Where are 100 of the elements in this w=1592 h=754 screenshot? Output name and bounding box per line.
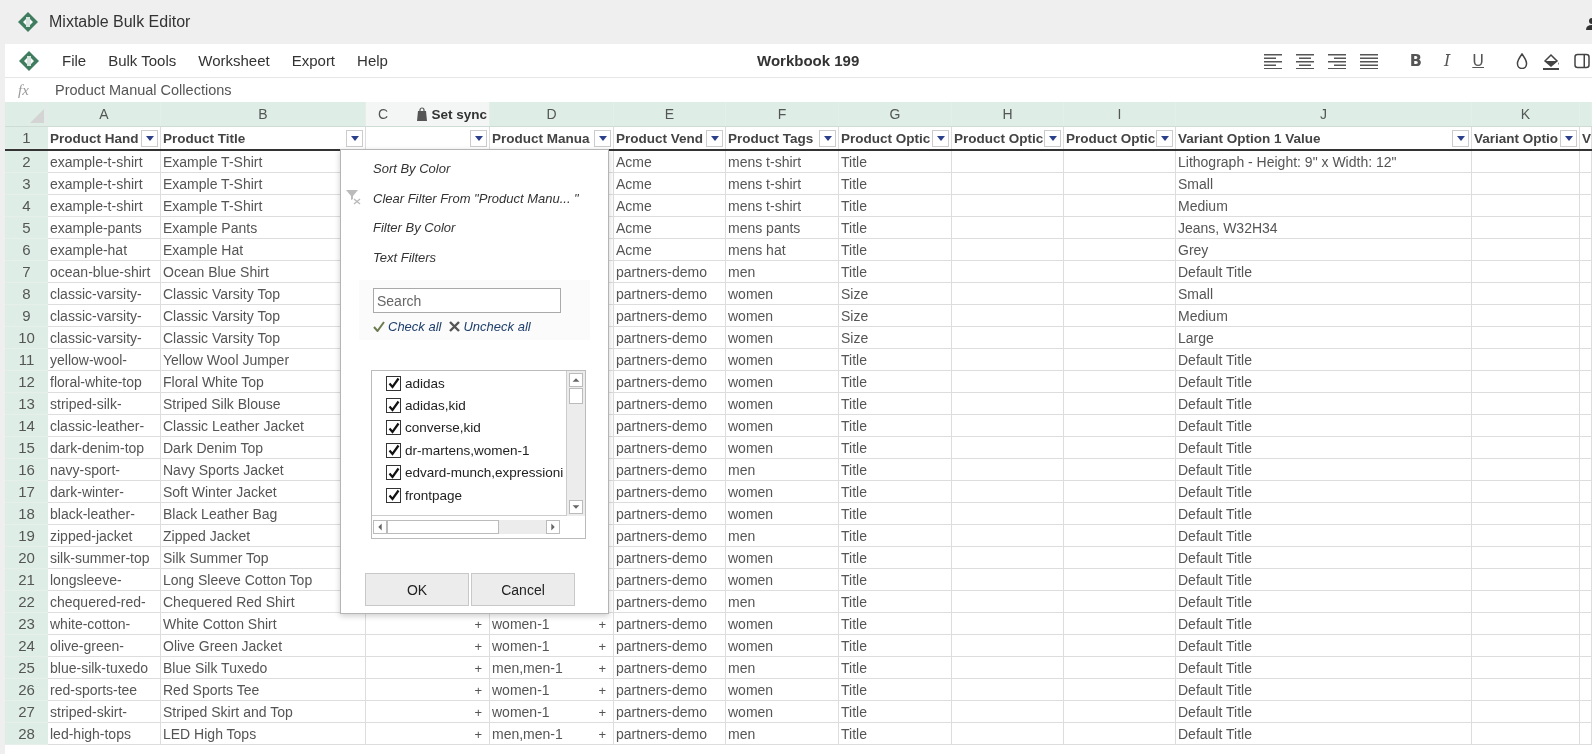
user-icon[interactable] xyxy=(1586,18,1592,30)
filter-dropdown-button[interactable] xyxy=(706,129,723,147)
checkbox[interactable] xyxy=(386,442,401,458)
table-cell: Striped Skirt and Top xyxy=(161,701,366,723)
filter-dropdown-button[interactable] xyxy=(470,129,487,147)
filter-dropdown-button[interactable] xyxy=(932,129,949,147)
align-center-icon[interactable] xyxy=(1295,52,1314,69)
table-cell: Default Title xyxy=(1176,701,1472,723)
popup-menu-item[interactable]: Clear Filter From "Product Manu... " xyxy=(373,190,579,206)
scroll-down-icon[interactable] xyxy=(569,500,583,514)
add-sign[interactable]: + xyxy=(474,704,486,720)
column-letter[interactable]: E xyxy=(664,106,675,122)
align-left-icon[interactable] xyxy=(1263,52,1282,69)
column-letter[interactable]: H xyxy=(1002,106,1013,122)
underline-button[interactable]: U xyxy=(1468,51,1488,70)
table-cell: partners-demo xyxy=(614,481,726,503)
uncheck-all-link[interactable]: Uncheck all xyxy=(463,319,531,334)
popup-menu-item[interactable]: Text Filters xyxy=(373,249,437,265)
add-sign[interactable]: + xyxy=(598,660,610,676)
table-cell: men,men-1 xyxy=(492,660,563,676)
check-all-link[interactable]: Check all xyxy=(388,319,442,334)
add-sign[interactable]: + xyxy=(474,726,486,742)
table-cell: Default Title xyxy=(1176,393,1472,415)
add-sign[interactable]: + xyxy=(598,616,610,632)
scroll-left-icon[interactable] xyxy=(373,520,387,534)
menu-item[interactable]: Help xyxy=(347,48,398,73)
cancel-button[interactable]: Cancel xyxy=(471,573,575,606)
add-sign[interactable]: + xyxy=(474,638,486,654)
menu-item[interactable]: Export xyxy=(281,48,346,73)
column-letter[interactable]: K xyxy=(1520,106,1531,122)
filter-value: edvard-munch,expressioni xyxy=(405,465,564,481)
checkbox[interactable] xyxy=(386,398,401,414)
table-cell: Title xyxy=(839,195,952,217)
checkmark-icon xyxy=(387,377,400,390)
table-cell: Default Title xyxy=(1176,613,1472,635)
table-cell: women-1 xyxy=(492,704,550,720)
add-sign[interactable]: + xyxy=(598,726,610,742)
table-cell: Default Title xyxy=(1176,261,1472,283)
table-cell: women xyxy=(726,569,839,591)
row-number: 10 xyxy=(5,327,48,349)
checkmark-icon xyxy=(387,444,400,457)
table-cell: partners-demo xyxy=(614,393,726,415)
empty-cell xyxy=(1580,217,1592,239)
add-sign[interactable]: + xyxy=(474,660,486,676)
add-sign[interactable]: + xyxy=(474,682,486,698)
filter-dropdown-button[interactable] xyxy=(1452,129,1469,147)
scroll-thumb[interactable] xyxy=(569,388,583,404)
filter-dropdown-button[interactable] xyxy=(346,129,363,147)
vertical-scrollbar[interactable] xyxy=(567,371,585,516)
menu-item[interactable]: Bulk Tools xyxy=(98,48,187,73)
add-sign[interactable]: + xyxy=(598,682,610,698)
sync-button[interactable]: Set sync xyxy=(431,106,487,122)
filter-dropdown-button[interactable] xyxy=(594,129,611,147)
column-letter[interactable]: F xyxy=(777,106,787,122)
scroll-right-icon[interactable] xyxy=(546,520,560,534)
add-sign[interactable]: + xyxy=(598,704,610,720)
filter-dropdown-button[interactable] xyxy=(1156,129,1173,147)
checkbox[interactable] xyxy=(386,465,401,481)
side-panel-icon[interactable] xyxy=(1574,52,1590,69)
ok-button[interactable]: OK xyxy=(365,573,469,606)
column-letter[interactable]: B xyxy=(258,106,268,122)
empty-cell xyxy=(1580,481,1592,503)
search-field[interactable]: Search xyxy=(373,288,561,313)
bold-button[interactable]: B xyxy=(1405,51,1426,70)
menu-item[interactable]: File xyxy=(52,48,97,73)
empty-cell xyxy=(1580,679,1592,701)
filter-dropdown-button[interactable] xyxy=(1560,129,1577,147)
align-right-icon[interactable] xyxy=(1327,52,1346,69)
formula-value[interactable]: Product Manual Collections xyxy=(55,82,232,98)
column-letter[interactable]: D xyxy=(546,106,557,122)
check-icon xyxy=(373,321,385,332)
scroll-up-icon[interactable] xyxy=(569,373,583,387)
add-sign[interactable]: + xyxy=(598,638,610,654)
filter-dropdown-button[interactable] xyxy=(141,129,158,147)
table-cell: Acme xyxy=(614,195,726,217)
table-cell: mens t-shirt xyxy=(726,173,839,195)
add-sign[interactable]: + xyxy=(474,616,486,632)
italic-button[interactable]: I xyxy=(1439,51,1455,70)
menu-item[interactable]: Worksheet xyxy=(188,48,280,73)
table-cell: ocean-blue-shirt xyxy=(48,261,161,283)
column-letter[interactable]: I xyxy=(1117,106,1122,122)
table-cell: navy-sport- xyxy=(48,459,161,481)
filter-dropdown-button[interactable] xyxy=(819,129,836,147)
checkbox[interactable] xyxy=(386,487,401,503)
checkbox[interactable] xyxy=(386,420,401,436)
popup-menu-item[interactable]: Filter By Color xyxy=(373,220,456,236)
empty-cell xyxy=(1580,437,1592,459)
column-letter[interactable]: G xyxy=(889,106,901,122)
column-letter[interactable]: C xyxy=(378,106,389,122)
filter-dropdown-button[interactable] xyxy=(1044,129,1061,147)
popup-menu-item[interactable]: Sort By Color xyxy=(373,161,451,177)
checkbox[interactable] xyxy=(386,375,401,391)
align-justify-icon[interactable] xyxy=(1359,52,1378,69)
water-drop-icon[interactable] xyxy=(1516,52,1528,69)
table-cell: Title xyxy=(839,349,952,371)
table-cell: Small xyxy=(1176,173,1472,195)
column-letter[interactable]: A xyxy=(99,106,109,122)
scroll-thumb[interactable] xyxy=(387,520,499,534)
paint-bucket-icon[interactable] xyxy=(1542,51,1560,70)
column-letter[interactable]: J xyxy=(1320,106,1327,122)
